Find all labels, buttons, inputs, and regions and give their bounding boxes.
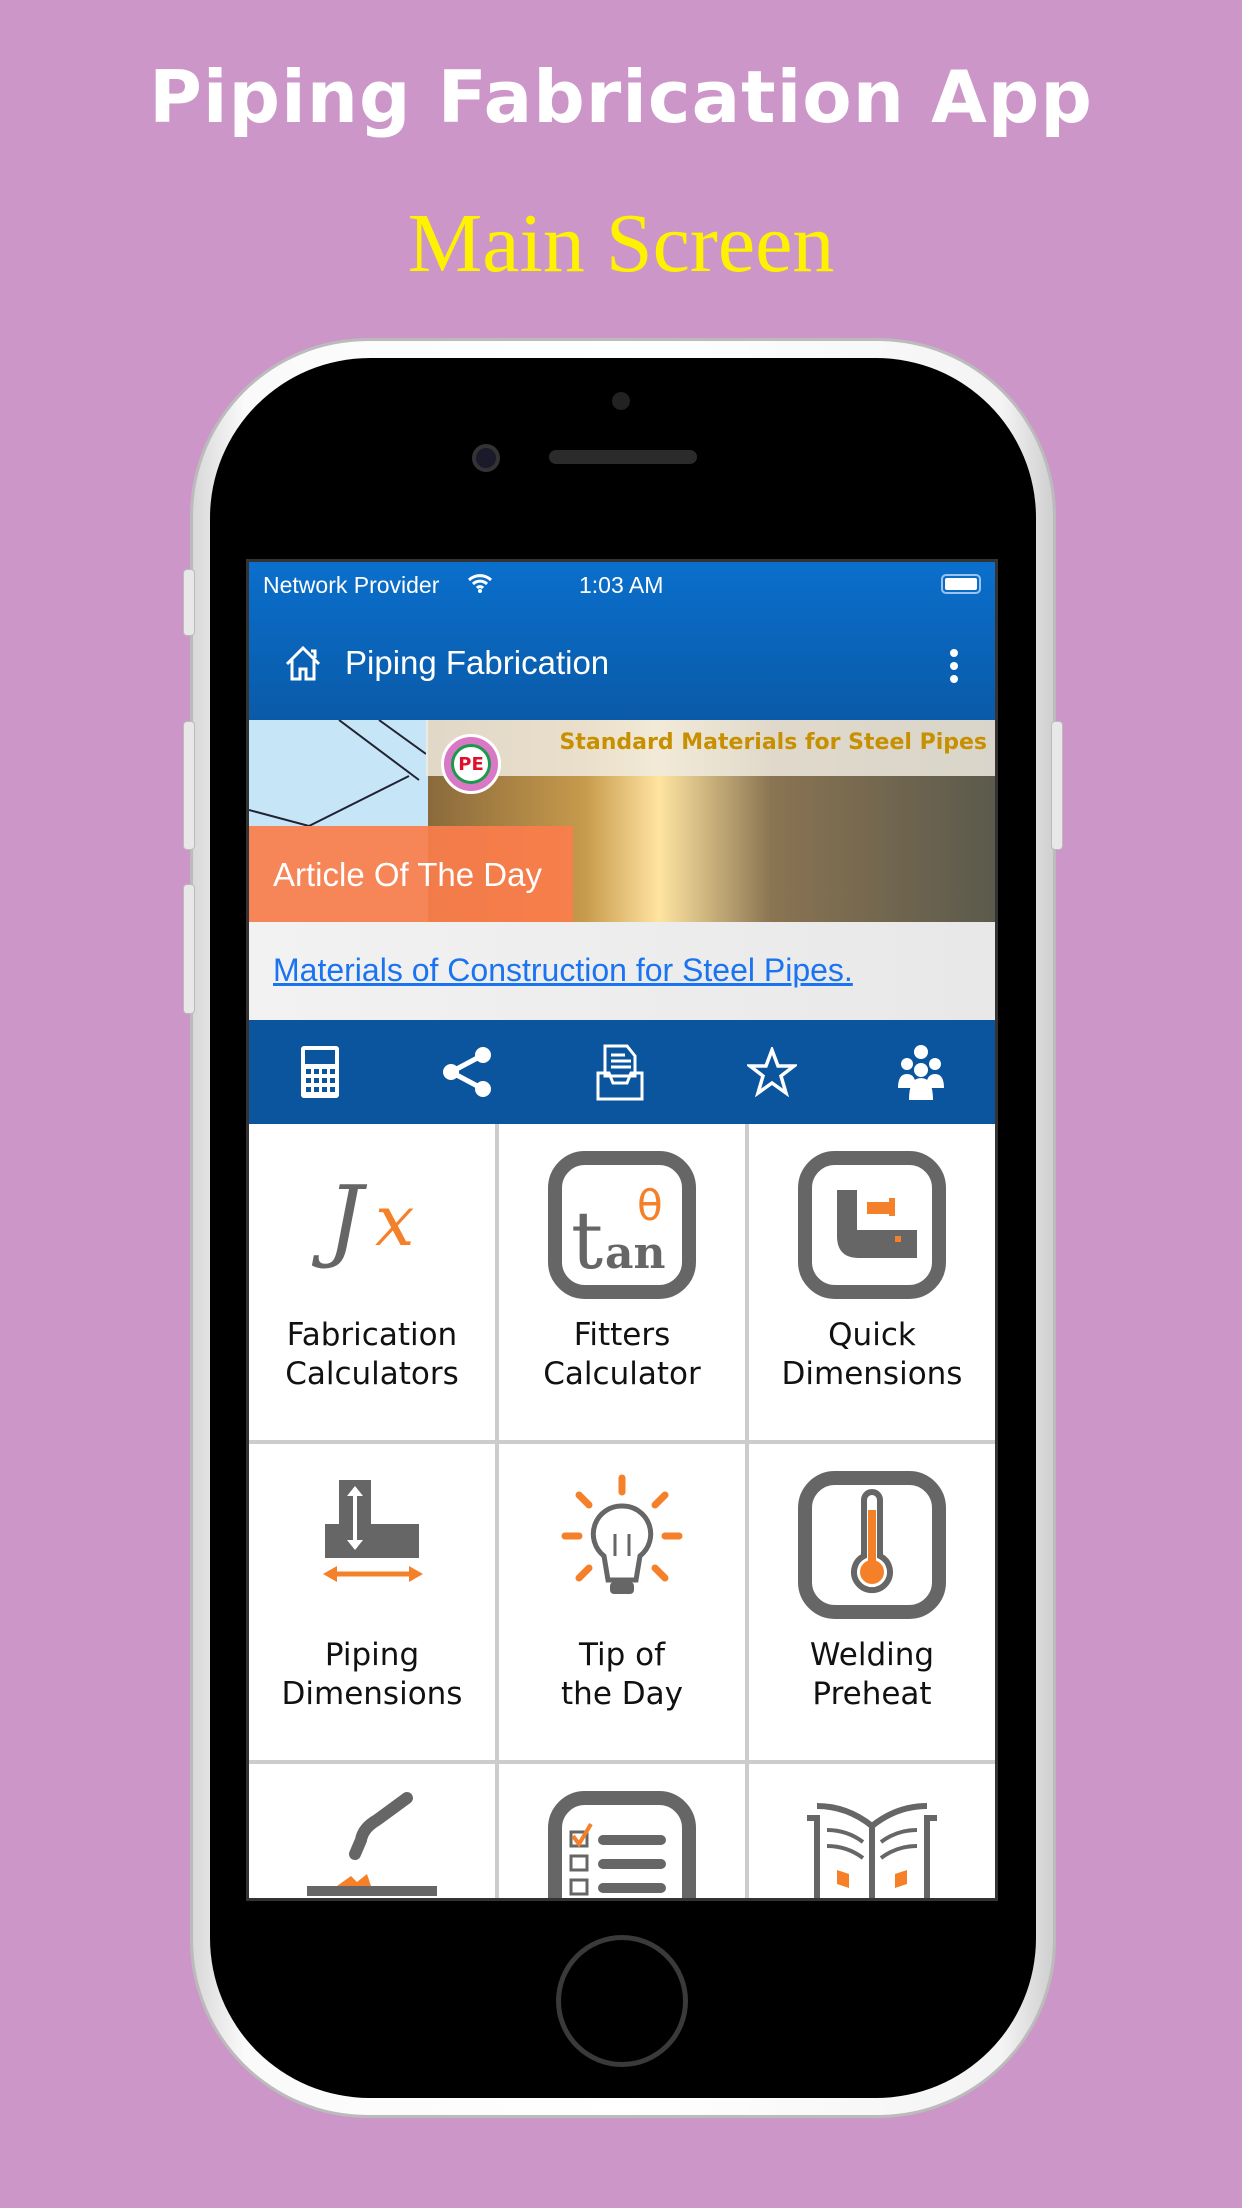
front-camera [472, 444, 500, 472]
icon-toolbar [249, 1020, 995, 1124]
grid-item-welding-preheat[interactable]: Welding Preheat [749, 1444, 995, 1760]
grid-item-fitters-calculator[interactable]: t an θ Fitters Calculator [499, 1124, 745, 1440]
grid-item-label: Fitters Calculator [543, 1317, 701, 1392]
svg-text:an: an [605, 1228, 666, 1279]
grid-item-label: Fabrication Calculators [285, 1317, 459, 1392]
banner-heading: Standard Materials for Steel Pipes [559, 730, 987, 755]
status-time: 1:03 AM [579, 572, 664, 598]
grid-item-quick-dimensions[interactable]: Quick Dimensions [749, 1124, 995, 1440]
grid-item-label: Tip of the Day [561, 1637, 683, 1712]
checklist-icon [548, 1791, 696, 1898]
home-icon[interactable] [283, 644, 323, 682]
proximity-sensor [612, 392, 630, 410]
calculator-icon[interactable] [300, 1045, 340, 1099]
svg-text:J: J [311, 1167, 368, 1272]
community-icon[interactable] [898, 1044, 945, 1100]
svg-text:θ: θ [637, 1181, 663, 1230]
article-link-area: Materials of Construction for Steel Pipe… [249, 922, 995, 1020]
earpiece-speaker [549, 450, 697, 464]
article-banner[interactable]: PE Standard Materials for Steel Pipes Ar… [249, 720, 995, 922]
star-icon[interactable] [746, 1047, 797, 1097]
grid-item-label: Welding Preheat [809, 1637, 935, 1712]
grid-item-piping-dimensions[interactable]: Piping Dimensions [249, 1444, 495, 1760]
promo-subtitle: Main Screen [407, 197, 835, 290]
quick-dimensions-icon [798, 1151, 946, 1299]
app-screen: Network Provider 1:03 AM Piping Fabricat… [246, 559, 998, 1901]
grid-item-welding[interactable] [249, 1764, 495, 1898]
grid-item-checklist[interactable] [499, 1764, 745, 1898]
power-button [1051, 721, 1063, 850]
grid-item-label: Piping Dimensions [281, 1637, 463, 1712]
status-bar: Network Provider 1:03 AM [249, 562, 995, 608]
home-button[interactable] [556, 1935, 688, 2067]
article-link[interactable]: Materials of Construction for Steel Pipe… [273, 952, 853, 989]
app-bar: Network Provider 1:03 AM Piping Fabricat… [249, 562, 995, 720]
svg-text:x: x [375, 1180, 414, 1262]
app-title: Piping Fabrication [345, 644, 610, 681]
article-of-the-day-label: Article Of The Day [249, 826, 573, 922]
promo-title: Piping Fabrication App [149, 55, 1093, 139]
svg-text:t: t [571, 1194, 603, 1287]
network-provider: Network Provider [263, 572, 440, 598]
piping-dimensions-icon [323, 1480, 423, 1582]
logo-text: PE [451, 744, 491, 784]
grid-item-fabrication-calculators[interactable]: Jx Fabrication Calculators [249, 1124, 495, 1440]
fx-icon: Jx [311, 1167, 414, 1272]
grid-item-library[interactable] [749, 1764, 995, 1898]
feature-grid: Jx Fabrication Calculators t an θ Fitters … [249, 1124, 995, 1898]
more-menu-icon[interactable] [949, 648, 959, 684]
wifi-icon [467, 574, 493, 593]
volume-up-button [183, 721, 195, 850]
thermometer-icon [798, 1471, 946, 1619]
welding-torch-icon [307, 1792, 437, 1896]
volume-down-button [183, 884, 195, 1014]
grid-item-tip-of-the-day[interactable]: Tip of the Day [499, 1444, 745, 1760]
blueprint-lines [249, 720, 426, 826]
pe-logo: PE [441, 734, 501, 794]
grid-item-label: Quick Dimensions [781, 1317, 963, 1392]
tan-icon: t anθ [548, 1151, 696, 1299]
battery-icon [941, 574, 981, 594]
share-icon[interactable] [441, 1045, 493, 1099]
mute-switch [183, 569, 195, 636]
inbox-icon[interactable] [595, 1043, 645, 1101]
lightbulb-icon [561, 1474, 683, 1594]
book-icon [807, 1803, 937, 1898]
